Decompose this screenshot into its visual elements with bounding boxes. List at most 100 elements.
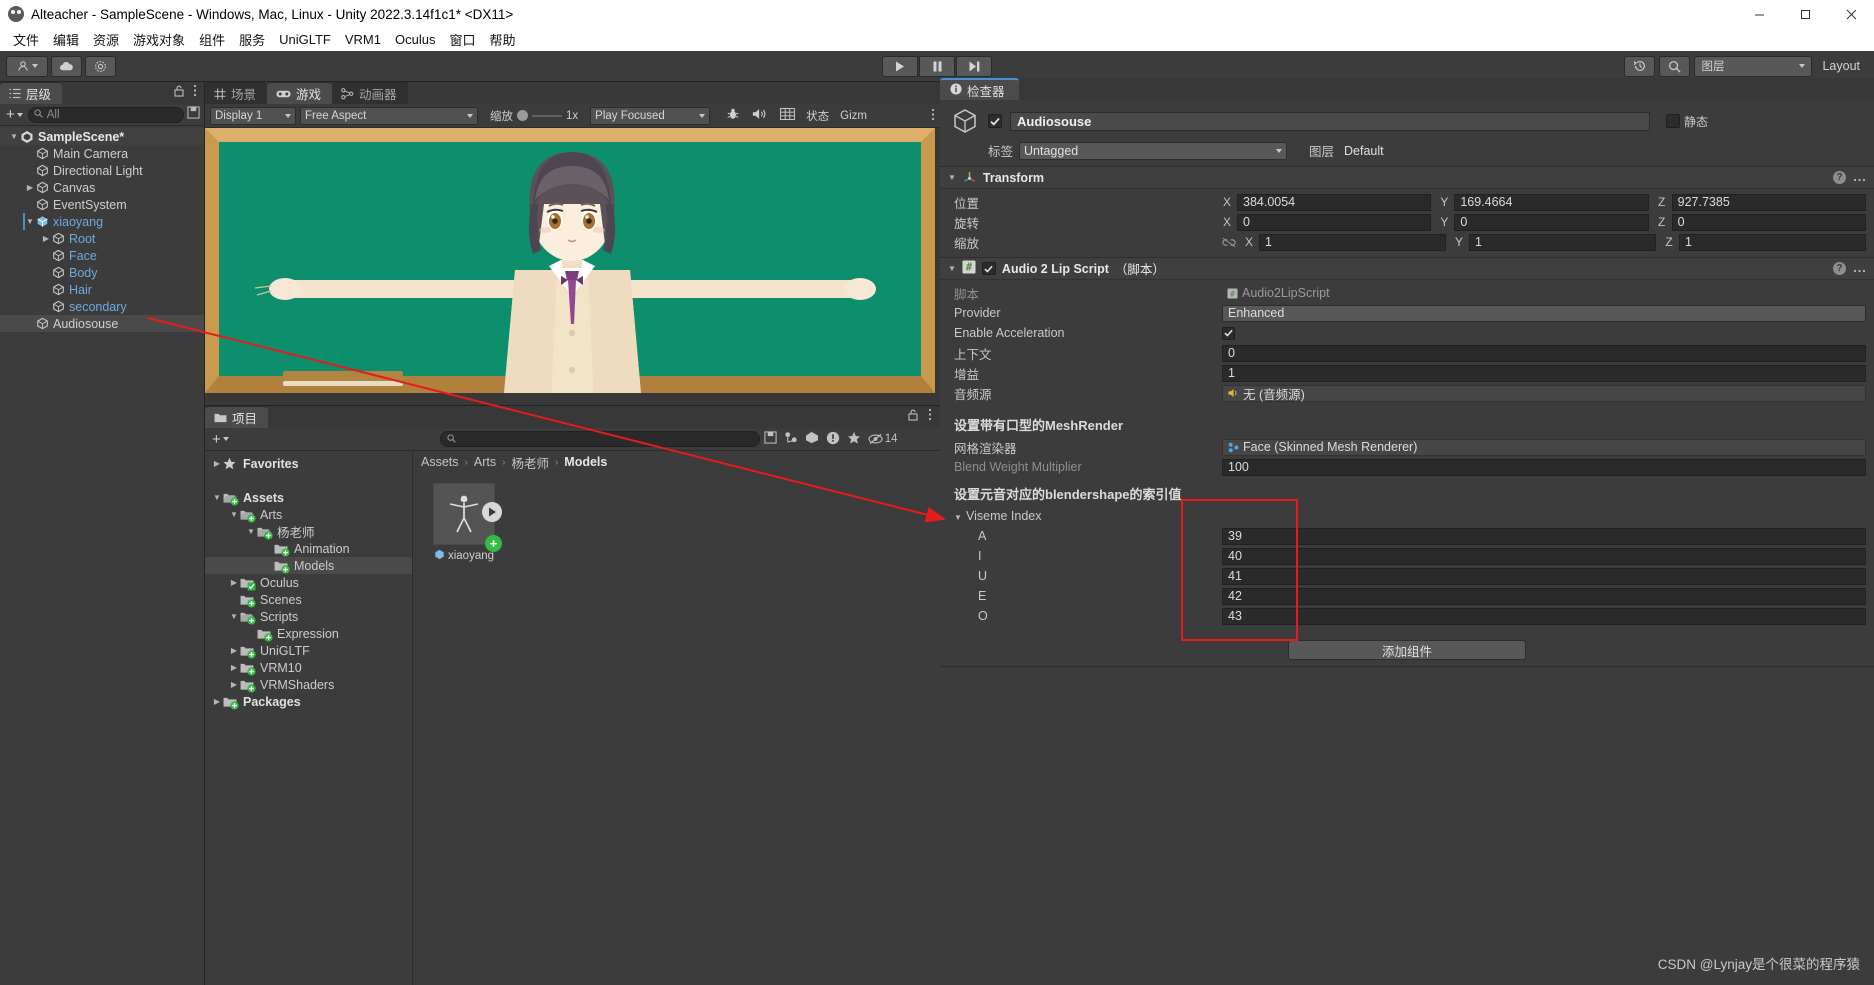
viseme-value-input-E[interactable]: 42 (1222, 587, 1866, 605)
hierarchy-item-hair[interactable]: Hair (0, 281, 204, 298)
breadcrumb-item-1[interactable]: Arts (474, 455, 496, 469)
hierarchy-item-secondary[interactable]: secondary (0, 298, 204, 315)
help-icon[interactable]: ? (1833, 171, 1846, 184)
transform-旋转-y-input[interactable]: 0 (1454, 213, 1649, 231)
transform-旋转-z-input[interactable]: 0 (1671, 213, 1866, 231)
gameobject-name-field[interactable]: Audiosouse (1010, 111, 1650, 131)
aspect-dropdown[interactable]: Free Aspect (300, 106, 478, 125)
expanded-triangle-icon[interactable]: ▼ (228, 612, 240, 621)
menu-item-8[interactable]: Oculus (388, 30, 442, 49)
tab-project[interactable]: 项目 (205, 406, 269, 428)
menu-item-5[interactable]: 服务 (232, 28, 272, 51)
breadcrumb-item-0[interactable]: Assets (421, 455, 459, 469)
display-dropdown[interactable]: Display 1 (210, 106, 296, 125)
tab-hierarchy[interactable]: 层级 (0, 82, 63, 104)
collapse-triangle-icon[interactable]: ▼ (948, 264, 956, 273)
collapsed-triangle-icon[interactable]: ▶ (211, 459, 223, 468)
viseme-index-header[interactable]: ▼ Viseme Index (940, 506, 1874, 526)
project-folder-assets[interactable]: ▼ Assets (205, 489, 412, 506)
game-view-more-menu[interactable] (931, 108, 935, 124)
static-checkbox[interactable] (1666, 114, 1680, 128)
hierarchy-item-xiaoyang[interactable]: ▼ xiaoyang (0, 213, 204, 230)
maximize-button[interactable] (1782, 0, 1828, 28)
asset-item[interactable]: + xiaoyang (433, 483, 502, 563)
hierarchy-item-root[interactable]: ▶ Root (0, 230, 204, 247)
more-menu-icon[interactable] (928, 408, 932, 426)
zoom-slider-knob[interactable] (517, 110, 528, 121)
field-value-[interactable]: 无 (音频源) (1222, 384, 1866, 402)
menu-item-2[interactable]: 资源 (86, 28, 126, 51)
project-folder-[interactable]: ▼ 杨老师 (205, 523, 412, 540)
transform-旋转-x-input[interactable]: 0 (1237, 213, 1432, 231)
project-folder-arts[interactable]: ▼ Arts (205, 506, 412, 523)
menu-item-9[interactable]: 窗口 (442, 28, 482, 51)
expanded-triangle-icon[interactable]: ▼ (211, 493, 223, 502)
collapse-triangle-icon[interactable]: ▼ (948, 173, 956, 182)
bug-icon[interactable] (726, 107, 740, 124)
layers-dropdown[interactable]: 图层 (1694, 55, 1813, 77)
static-checkbox-group[interactable]: 静态 (1666, 113, 1708, 130)
hierarchy-item-samplescene[interactable]: ▼ SampleScene* (0, 128, 204, 145)
transform-位置-x-input[interactable]: 384.0054 (1237, 193, 1432, 211)
component-menu-icon[interactable] (1853, 171, 1866, 185)
stats-label[interactable]: 状态 (806, 108, 829, 124)
viseme-value-input-O[interactable]: 43 (1222, 607, 1866, 625)
hierarchy-add-button[interactable]: + (4, 106, 25, 123)
hierarchy-save-icon[interactable] (187, 105, 200, 124)
breadcrumb-item-3[interactable]: Models (564, 455, 607, 469)
transform-缩放-x-input[interactable]: 1 (1259, 233, 1446, 251)
layout-dropdown[interactable]: Layout (1816, 59, 1866, 73)
project-folder-animation[interactable]: Animation (205, 540, 412, 557)
hierarchy-item-directionallight[interactable]: Directional Light (0, 162, 204, 179)
field-value-[interactable]: # Audio2LipScript (1222, 284, 1866, 302)
menu-item-0[interactable]: 文件 (6, 28, 46, 51)
hierarchy-item-body[interactable]: Body (0, 264, 204, 281)
field-value-blendweightmultiplier[interactable]: 100 (1222, 458, 1866, 476)
close-button[interactable] (1828, 0, 1874, 28)
mute-audio-icon[interactable] (752, 107, 768, 124)
filter-label-icon[interactable] (805, 431, 819, 447)
expanded-triangle-icon[interactable]: ▼ (245, 527, 257, 536)
collapsed-triangle-icon[interactable]: ▶ (40, 234, 52, 243)
script-enabled-checkbox[interactable] (981, 262, 996, 275)
field-value-[interactable]: 0 (1222, 344, 1866, 362)
field-value-[interactable]: Face (Skinned Mesh Renderer) (1222, 438, 1866, 456)
account-button[interactable] (6, 55, 48, 77)
project-folder-scenes[interactable]: Scenes (205, 591, 412, 608)
project-folder-models[interactable]: Models (205, 557, 412, 574)
expanded-triangle-icon[interactable]: ▼ (228, 510, 240, 519)
asset-grid[interactable]: + xiaoyang (413, 473, 940, 563)
menu-item-7[interactable]: VRM1 (338, 30, 388, 49)
menu-item-10[interactable]: 帮助 (482, 28, 522, 51)
script-component-header[interactable]: ▼ # Audio 2 Lip Script （脚本） ? (940, 258, 1874, 280)
asset-thumbnail[interactable]: + (433, 483, 502, 552)
project-folder-oculus[interactable]: ▶ Oculus (205, 574, 412, 591)
menu-item-1[interactable]: 编辑 (46, 28, 86, 51)
project-folder-expression[interactable]: Expression (205, 625, 412, 642)
viseme-value-input-U[interactable]: 41 (1222, 567, 1866, 585)
history-button[interactable] (1624, 55, 1656, 77)
hierarchy-item-face[interactable]: Face (0, 247, 204, 264)
field-value-provider[interactable]: Enhanced (1222, 304, 1866, 322)
hierarchy-search-input[interactable]: All (27, 106, 184, 123)
transform-位置-z-input[interactable]: 927.7385 (1671, 193, 1866, 211)
gameobject-enabled-checkbox[interactable] (988, 114, 1002, 128)
field-checkbox[interactable] (1222, 326, 1235, 340)
project-search-input[interactable] (439, 431, 760, 447)
tag-dropdown[interactable]: Untagged (1019, 141, 1288, 160)
expanded-triangle-icon[interactable]: ▼ (8, 132, 20, 141)
hierarchy-item-eventsystem[interactable]: EventSystem (0, 196, 204, 213)
viseme-value-input-I[interactable]: 40 (1222, 547, 1866, 565)
collapsed-triangle-icon[interactable]: ▶ (228, 663, 240, 672)
viseme-value-input-A[interactable]: 39 (1222, 527, 1866, 545)
project-folder-scripts[interactable]: ▼ Scripts (205, 608, 412, 625)
gear-button[interactable] (85, 55, 116, 77)
collapsed-triangle-icon[interactable]: ▶ (228, 578, 240, 587)
collapsed-triangle-icon[interactable]: ▶ (228, 680, 240, 689)
collapsed-triangle-icon[interactable]: ▶ (211, 697, 223, 706)
help-icon[interactable]: ? (1833, 262, 1846, 275)
breadcrumb[interactable]: Assets › Arts › 杨老师 › Models (413, 451, 940, 473)
search-button[interactable] (1659, 55, 1691, 77)
cloud-button[interactable] (51, 55, 82, 77)
step-button[interactable] (956, 55, 992, 77)
